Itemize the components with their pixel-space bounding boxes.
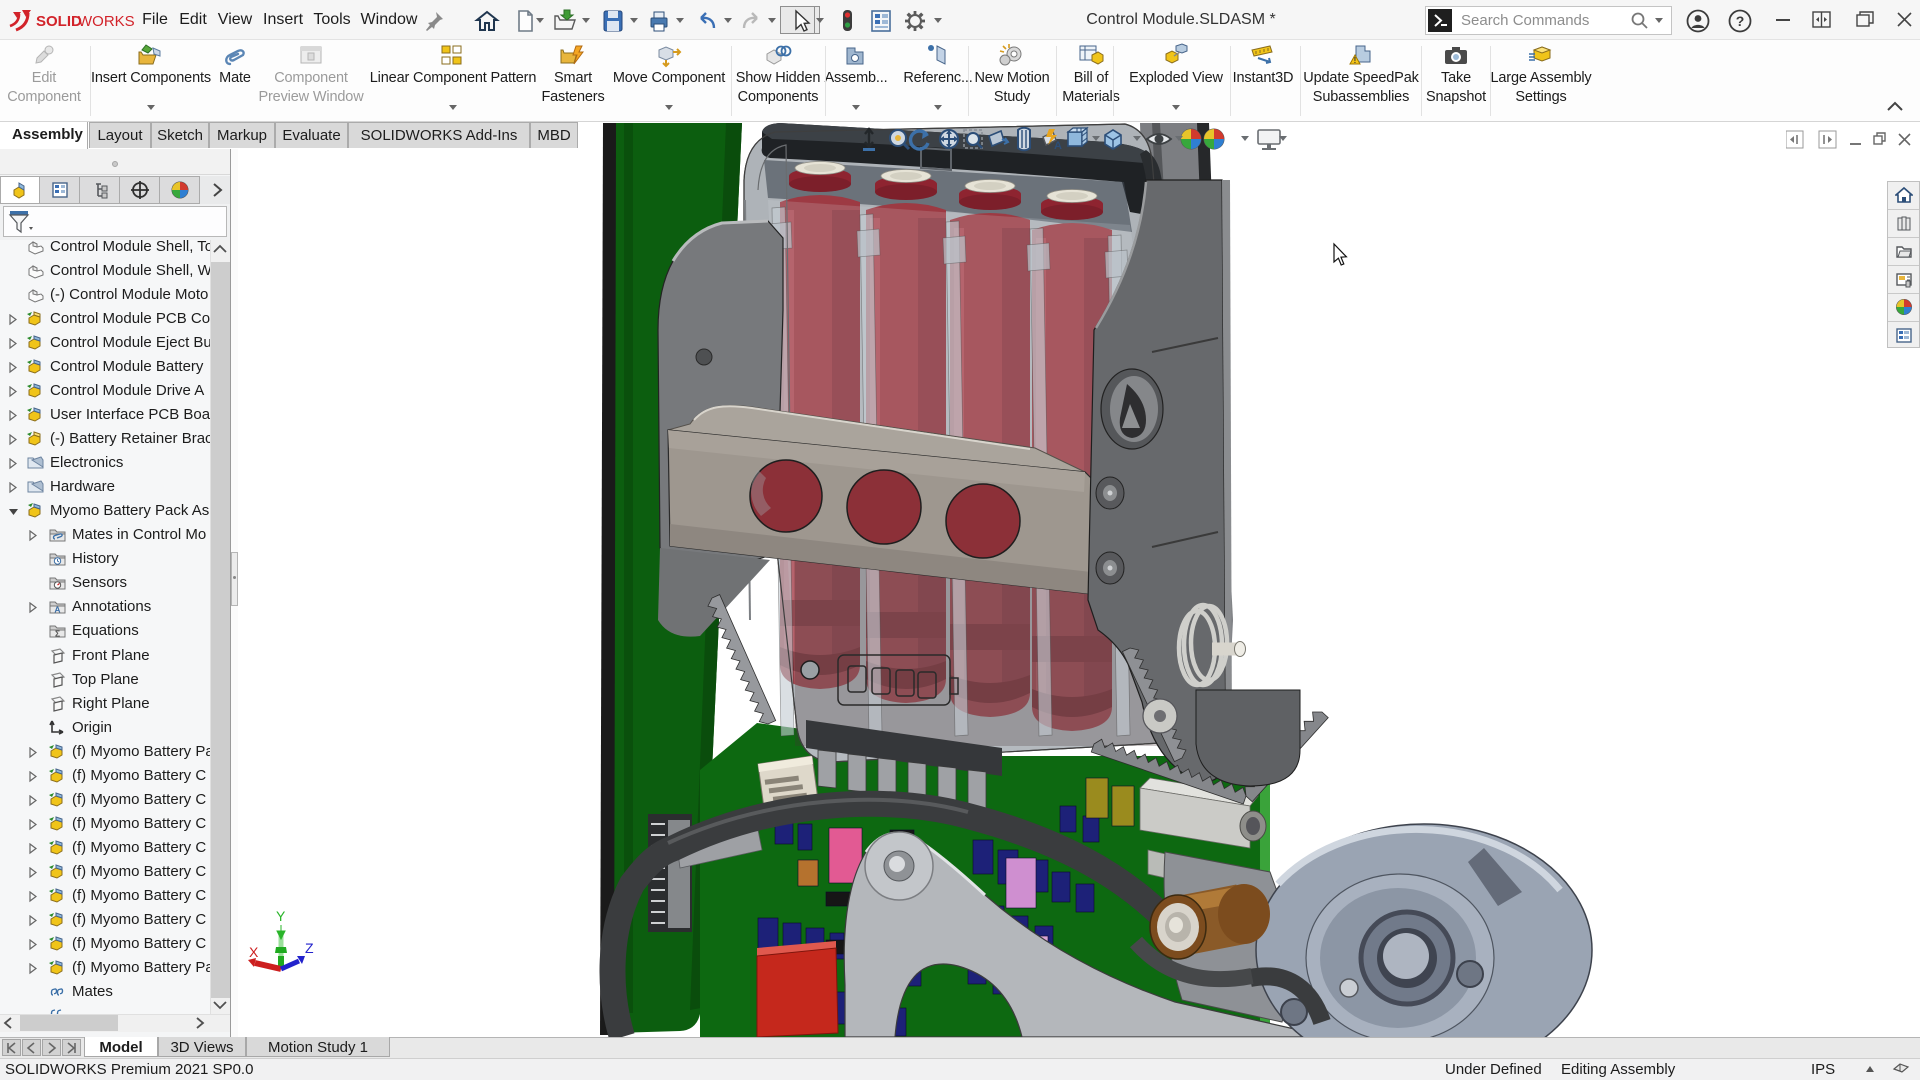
svg-text:Σ: Σ [55, 629, 60, 639]
svg-text:A: A [54, 605, 60, 615]
svg-text:Y: Y [276, 908, 286, 924]
svg-text:A: A [1054, 140, 1062, 152]
svg-text:!: ! [1354, 56, 1357, 65]
svg-text:?: ? [1736, 13, 1745, 29]
svg-text:X: X [249, 944, 259, 960]
svg-text:SOLID: SOLID [36, 13, 82, 30]
svg-text:WORKS: WORKS [78, 13, 135, 30]
svg-text:Z: Z [305, 940, 314, 956]
